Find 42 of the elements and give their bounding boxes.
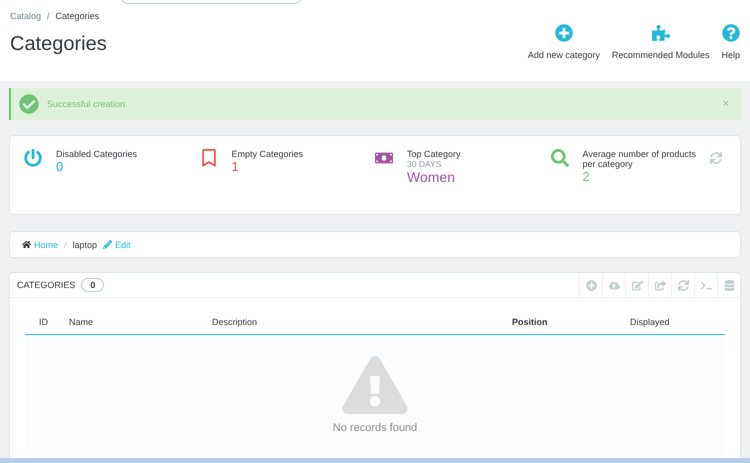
column-header[interactable]: Description: [212, 317, 512, 327]
breadcrumb-item: Categories: [56, 11, 100, 21]
help-icon: [722, 24, 740, 42]
add-icon: [554, 24, 573, 42]
kpi-value: 2: [582, 169, 591, 184]
warning-icon: [342, 356, 408, 414]
empty-message: No records found: [332, 422, 418, 434]
kpi-value: 1: [232, 159, 240, 174]
column-header[interactable]: Displayed: [630, 317, 725, 327]
cloud-upload-icon: [608, 280, 620, 290]
home-icon: [22, 240, 31, 249]
kpi-label: Empty Categories: [232, 149, 304, 159]
pencil-icon: [103, 240, 112, 249]
terminal-icon: [700, 280, 712, 290]
kpi-label: Top Category: [407, 149, 461, 159]
breadcrumb-separator: /: [47, 11, 50, 21]
breadcrumb-separator: /: [64, 240, 67, 250]
share-icon: [654, 280, 666, 290]
add-icon: [586, 280, 596, 290]
check-icon: [19, 94, 39, 114]
refresh-icon[interactable]: [710, 152, 722, 164]
breadcrumb-item[interactable]: Catalog: [10, 11, 42, 21]
toolbar-action[interactable]: Help: [721, 24, 740, 82]
kpi-period: 30 DAYS: [407, 159, 442, 169]
puzzle-piece-icon: [652, 24, 670, 42]
edit-icon: [632, 280, 642, 290]
alert-message: Successful creation.: [47, 99, 128, 109]
refresh-icon: [678, 280, 688, 290]
toolbar-action[interactable]: Add new category: [528, 24, 600, 82]
page-title: Categories: [10, 33, 107, 56]
panel-title: CATEGORIES: [17, 280, 76, 290]
toolbar-action[interactable]: Recommended Modules: [612, 24, 710, 82]
column-header[interactable]: Name: [69, 317, 212, 327]
column-header[interactable]: Position: [512, 317, 630, 327]
current-category: laptop: [72, 240, 98, 250]
count-badge: 0: [81, 278, 104, 292]
column-header[interactable]: ID: [39, 317, 69, 327]
kpi-label: Average number of products per category: [582, 149, 697, 169]
kpi-value: 0: [56, 159, 64, 174]
kpi-label: Disabled Categories: [56, 149, 138, 159]
kpi-value: Women: [407, 169, 456, 185]
database-icon: [724, 280, 734, 290]
